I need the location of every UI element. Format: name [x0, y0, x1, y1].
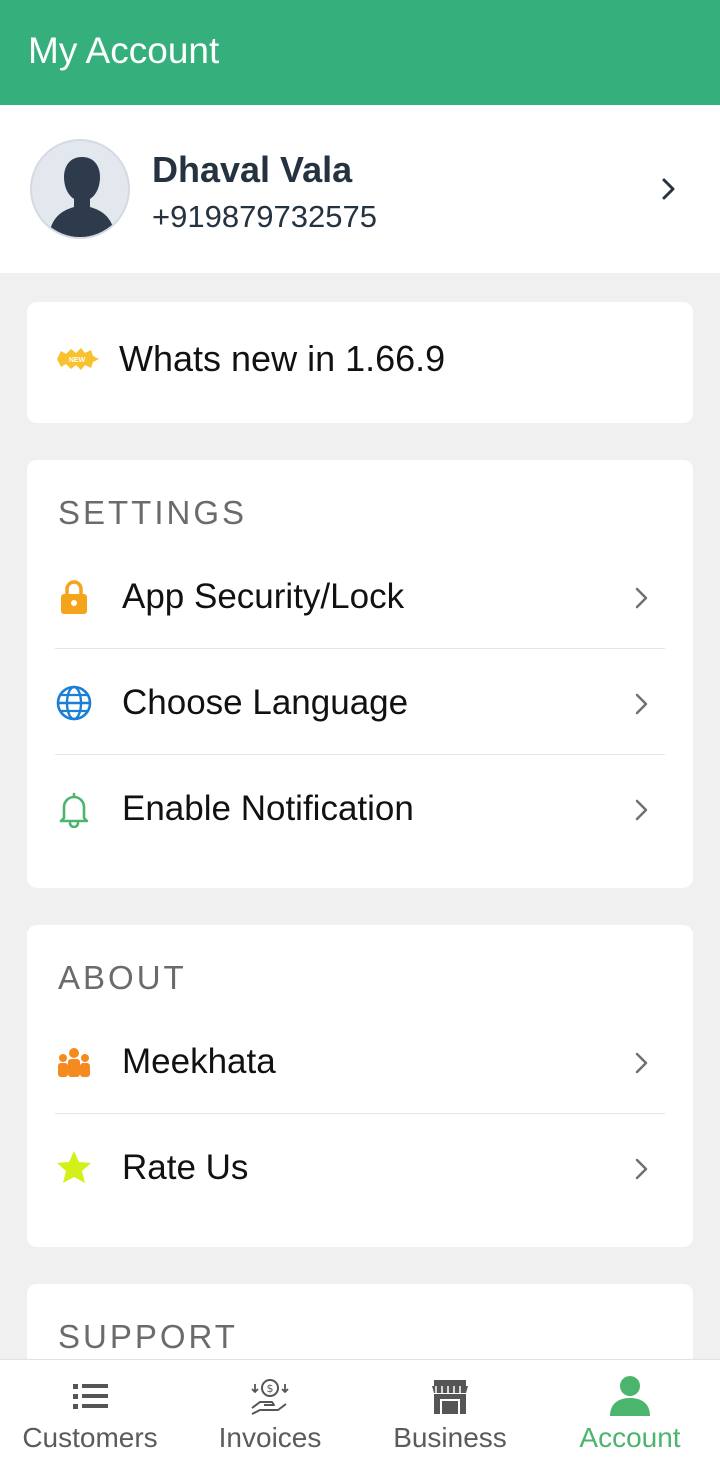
- nav-item-business[interactable]: Business: [360, 1360, 540, 1465]
- settings-item-label: Choose Language: [122, 683, 409, 722]
- about-card: ABOUT Meekhata Rate Us: [27, 925, 693, 1247]
- star-icon: [57, 1151, 91, 1183]
- globe-icon: [56, 685, 92, 721]
- bottom-nav: Customers $ Invoices Business Account: [0, 1359, 720, 1465]
- about-item-rate-us[interactable]: Rate Us: [27, 1115, 693, 1221]
- divider: [55, 1113, 665, 1114]
- person-silhouette-icon: [48, 157, 116, 237]
- settings-item-enable-notification[interactable]: Enable Notification: [27, 756, 693, 862]
- chevron-right-icon: [635, 693, 648, 715]
- divider: [55, 754, 665, 755]
- user-icon: [610, 1376, 650, 1416]
- nav-label: Account: [579, 1422, 681, 1453]
- avatar: [30, 139, 130, 239]
- bell-icon: [59, 792, 89, 828]
- about-item-label: Meekhata: [122, 1042, 276, 1081]
- about-item-meekhata[interactable]: Meekhata: [27, 1009, 693, 1115]
- settings-item-label: App Security/Lock: [122, 577, 405, 616]
- svg-text:NEW: NEW: [69, 357, 86, 364]
- store-icon: [432, 1380, 468, 1414]
- chevron-right-icon: [635, 1052, 648, 1074]
- app-bar: My Account: [0, 0, 720, 105]
- lock-icon: [61, 580, 87, 614]
- about-item-label: Rate Us: [122, 1148, 249, 1187]
- nav-item-account[interactable]: Account: [540, 1360, 720, 1465]
- page-title: My Account: [28, 30, 220, 71]
- nav-label: Business: [393, 1422, 507, 1453]
- nav-label: Invoices: [218, 1422, 322, 1453]
- new-badge-icon: NEW: [57, 348, 99, 370]
- settings-item-choose-language[interactable]: Choose Language: [27, 650, 693, 756]
- divider: [55, 648, 665, 649]
- profile-row[interactable]: Dhaval Vala +919879732575: [0, 105, 720, 273]
- settings-item-label: Enable Notification: [122, 789, 414, 828]
- list-icon: [73, 1384, 108, 1409]
- svg-text:$: $: [267, 1382, 274, 1395]
- chevron-right-icon: [662, 178, 675, 200]
- group-icon: [58, 1048, 90, 1077]
- chevron-right-icon: [635, 587, 648, 609]
- nav-label: Customers: [22, 1422, 158, 1453]
- support-section-title: SUPPORT: [58, 1318, 238, 1355]
- chevron-right-icon: [635, 1158, 648, 1180]
- nav-item-customers[interactable]: Customers: [0, 1360, 180, 1465]
- whats-new-label: Whats new in 1.66.9: [119, 338, 446, 379]
- chevron-right-icon: [635, 799, 648, 821]
- settings-item-app-security[interactable]: App Security/Lock: [27, 544, 693, 650]
- about-section-title: ABOUT: [58, 959, 187, 996]
- settings-card: SETTINGS App Security/Lock Choose Langua…: [27, 460, 693, 888]
- settings-section-title: SETTINGS: [58, 494, 248, 531]
- money-hand-icon: $: [251, 1379, 289, 1415]
- nav-item-invoices[interactable]: $ Invoices: [180, 1360, 360, 1465]
- profile-name: Dhaval Vala: [152, 149, 353, 190]
- whats-new-card[interactable]: NEW Whats new in 1.66.9: [27, 302, 693, 423]
- profile-phone: +919879732575: [152, 199, 377, 234]
